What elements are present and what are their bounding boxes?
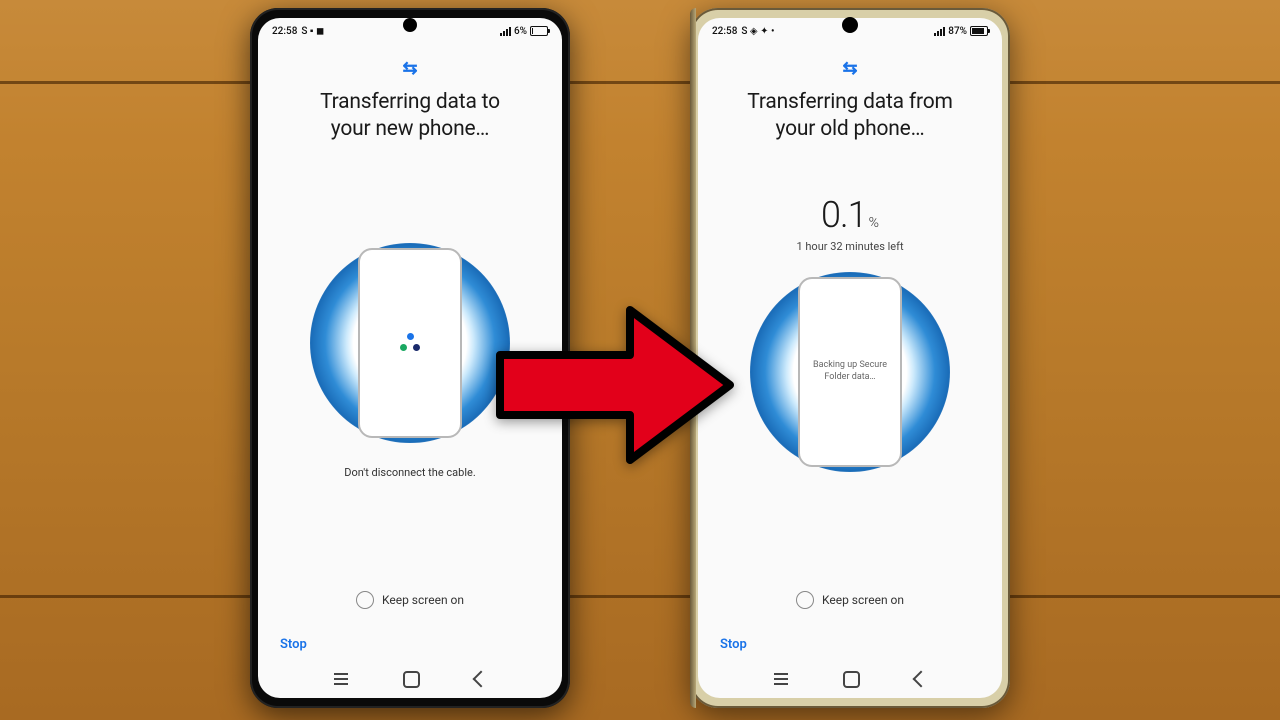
wood-seam	[0, 81, 1280, 84]
page-title: Transferring data from your old phone…	[747, 89, 952, 144]
camera-punch-hole	[403, 18, 417, 32]
camera-punch-hole	[842, 17, 858, 33]
loading-dots-icon	[398, 331, 422, 355]
keep-screen-on-checkbox[interactable]: Keep screen on	[716, 591, 984, 609]
stop-button[interactable]: Stop	[716, 637, 984, 662]
nav-recents-icon[interactable]	[334, 678, 348, 680]
nav-home-icon[interactable]	[403, 671, 420, 688]
status-indicators: S ◈ ✦ •	[741, 26, 774, 37]
nav-back-icon[interactable]	[472, 671, 489, 688]
stop-button[interactable]: Stop	[276, 637, 544, 662]
nav-back-icon[interactable]	[912, 671, 929, 688]
progress-percent: 0.1	[821, 194, 867, 236]
nav-home-icon[interactable]	[843, 671, 860, 688]
progress-percent-unit: %	[869, 215, 879, 231]
battery-percent: 6%	[514, 26, 527, 37]
status-time: 22:58	[272, 26, 297, 37]
progress-block: 0.1% 1 hour 32 minutes left	[796, 194, 903, 253]
checkbox-circle-icon	[796, 591, 814, 609]
battery-percent: 87%	[948, 26, 967, 37]
arrow-overlay-icon	[490, 300, 740, 470]
screen-new: 22:58 S ◈ ✦ • 87% ⇆ Transferring data fr…	[698, 18, 1002, 698]
wood-seam	[0, 595, 1280, 598]
bottom-area: Keep screen on Stop	[716, 573, 984, 698]
checkbox-label: Keep screen on	[822, 593, 904, 607]
phone-outline-icon	[358, 248, 462, 438]
phone-outline-icon: Backing up Secure Folder data…	[798, 277, 902, 467]
page-title: Transferring data to your new phone…	[320, 89, 500, 144]
backup-status-text: Backing up Secure Folder data…	[800, 360, 900, 383]
wifi-signal-icon	[934, 27, 945, 36]
status-time: 22:58	[712, 26, 737, 37]
hint-text: Don't disconnect the cable.	[344, 466, 475, 479]
checkbox-circle-icon	[356, 591, 374, 609]
keep-screen-on-checkbox[interactable]: Keep screen on	[276, 591, 544, 609]
bottom-area: Keep screen on Stop	[276, 573, 544, 698]
navigation-bar	[716, 662, 984, 698]
transfer-arrows-icon: ⇆	[842, 58, 857, 79]
desk-background: 22:58 S ▪ ◼ 6% ⇆ Transferring data to yo…	[0, 0, 1280, 720]
transfer-graphic	[305, 238, 515, 448]
nav-recents-icon[interactable]	[774, 678, 788, 680]
content-area: ⇆ Transferring data from your old phone……	[698, 44, 1002, 698]
transfer-arrows-icon: ⇆	[402, 58, 417, 79]
checkbox-label: Keep screen on	[382, 593, 464, 607]
battery-icon	[970, 26, 988, 36]
time-remaining: 1 hour 32 minutes left	[796, 240, 903, 253]
navigation-bar	[276, 662, 544, 698]
battery-icon	[530, 26, 548, 36]
wifi-signal-icon	[500, 27, 511, 36]
status-indicators: S ▪ ◼	[301, 26, 324, 37]
transfer-graphic: Backing up Secure Folder data…	[745, 267, 955, 477]
